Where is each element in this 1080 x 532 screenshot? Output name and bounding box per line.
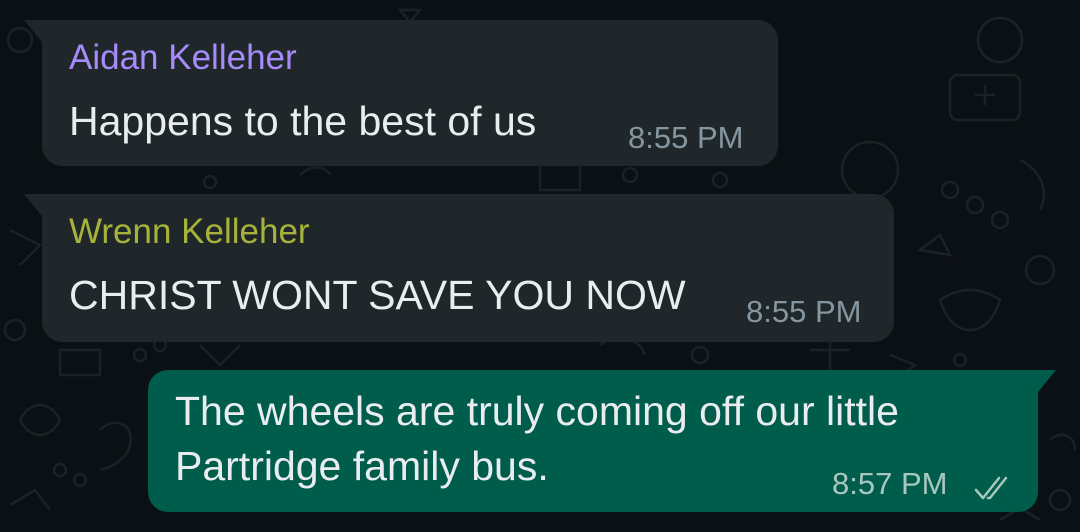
sender-name[interactable]: Aidan Kelleher <box>69 38 297 78</box>
double-check-icon <box>974 476 1008 500</box>
bubble-tail <box>24 194 42 216</box>
message-bubble-outgoing[interactable]: The wheels are truly coming off our litt… <box>148 370 1056 512</box>
message-text: CHRIST WONT SAVE YOU NOW <box>69 272 686 318</box>
message-text-line-2: Partridge family bus. <box>175 443 549 489</box>
bubble-tail <box>1038 370 1056 392</box>
message-timestamp: 8:57 PM <box>832 466 948 501</box>
message-text-line-1: The wheels are truly coming off our litt… <box>175 388 899 434</box>
bubble-tail <box>24 20 42 42</box>
message-bubble-incoming[interactable]: Wrenn Kelleher CHRIST WONT SAVE YOU NOW … <box>24 194 894 342</box>
message-bubble-incoming[interactable]: Aidan Kelleher Happens to the best of us… <box>24 20 778 166</box>
sender-name[interactable]: Wrenn Kelleher <box>69 212 310 252</box>
message-timestamp: 8:55 PM <box>628 120 744 155</box>
message-timestamp: 8:55 PM <box>746 294 862 329</box>
message-text: Happens to the best of us <box>69 98 537 144</box>
